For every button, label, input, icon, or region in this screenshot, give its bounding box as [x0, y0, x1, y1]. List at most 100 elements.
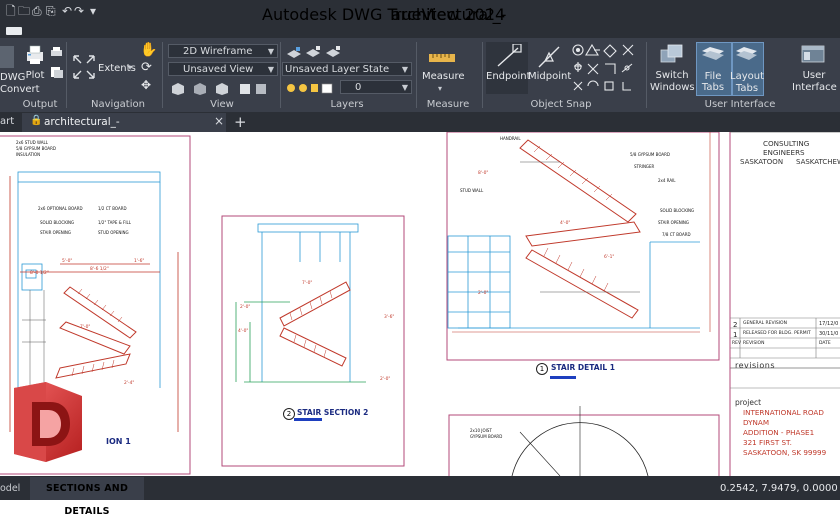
svg-text:8'-0 1/2": 8'-0 1/2": [30, 270, 49, 276]
svg-text:1/2" TAPE & FILL: 1/2" TAPE & FILL: [98, 220, 132, 225]
orbit-icon[interactable]: ⟳: [141, 60, 152, 75]
divider: [162, 42, 163, 108]
plot-button[interactable]: Plot: [22, 70, 48, 81]
svg-text:SOLID BLOCKING: SOLID BLOCKING: [40, 220, 74, 225]
svg-text:2x6 STUD WALL: 2x6 STUD WALL: [16, 140, 49, 145]
user-interface-button[interactable]: User Interface: [792, 70, 837, 94]
new-tab-button[interactable]: +: [234, 113, 247, 131]
user-interface-icon: [800, 44, 826, 66]
print-icon[interactable]: ⎙: [32, 4, 42, 18]
project-line: SASKATOON, SK 99999: [743, 448, 827, 457]
revision-row: 1 RELEASED FOR BLDG. PERMIT 30/11/0: [733, 331, 839, 339]
svg-text:GYPSUM BOARD: GYPSUM BOARD: [470, 434, 502, 439]
svg-text:6'-1": 6'-1": [604, 254, 614, 260]
section-1-title: ION 1: [106, 437, 131, 446]
firm-name: CONSULTING ENGINEERS: [763, 139, 810, 157]
dwg-trueview-logo-icon: [6, 378, 86, 464]
model-tab[interactable]: odel: [0, 483, 20, 494]
svg-text:2x4 RAIL: 2x4 RAIL: [658, 178, 676, 183]
detail-number-bubble: 1: [536, 363, 548, 375]
layers-panel-label: Layers: [330, 99, 364, 110]
redo-icon[interactable]: ↷: [74, 4, 84, 18]
svg-text:SOLID BLOCKING: SOLID BLOCKING: [660, 208, 694, 213]
svg-text:2'-0": 2'-0": [240, 304, 250, 310]
layer-state-value: Unsaved Layer State: [285, 64, 390, 75]
city-left: SASKATOON: [740, 158, 784, 166]
view-tools-row: [170, 80, 270, 95]
divider: [416, 42, 417, 108]
measure-button[interactable]: Measure: [422, 71, 465, 82]
revision-row: 2 GENERAL REVISION 17/12/0: [733, 321, 839, 329]
dwg-convert-button[interactable]: DWG Convert: [0, 72, 40, 96]
snap-grid[interactable]: [570, 42, 640, 96]
dwg-convert-icon: [0, 46, 14, 68]
pan-icon[interactable]: ✋: [140, 42, 157, 58]
endpoint-label: Endpoint: [486, 71, 531, 82]
chevron-down-icon: ▼: [267, 65, 274, 74]
visual-style-value: 2D Wireframe: [183, 46, 253, 57]
start-tab[interactable]: art: [0, 116, 14, 127]
project-line: INTERNATIONAL ROAD DYNAM: [743, 408, 824, 427]
svg-text:STUD WALL: STUD WALL: [460, 188, 484, 193]
extents-icon: [72, 54, 96, 80]
switch-windows-button[interactable]: Switch Windows: [650, 70, 695, 94]
measure-dropdown-icon[interactable]: ▾: [438, 84, 442, 93]
midpoint-button[interactable]: Midpoint: [528, 71, 571, 82]
revision-header-row: REV REVISION DATE: [732, 341, 831, 346]
drawing-linework: 2x6 STUD WALL5/8 GYPSUM BOARDINSULATION …: [0, 132, 840, 476]
visual-style-dropdown[interactable]: 2D Wireframe ▼: [168, 44, 278, 58]
project-address: INTERNATIONAL ROAD DYNAM ADDITION - PHAS…: [743, 408, 840, 458]
plot-icon: [24, 44, 46, 66]
svg-text:1'-6": 1'-6": [134, 258, 144, 264]
new-icon[interactable]: 🗋: [6, 4, 16, 18]
object-snap-panel-label: Object Snap: [530, 99, 592, 110]
stair-section-title: STAIR SECTION 2: [297, 408, 369, 417]
divider: [280, 42, 281, 108]
layout-tab-sections-and-details[interactable]: SECTIONS AND DETAILS: [30, 477, 144, 517]
batch-plot-icon[interactable]: [50, 45, 64, 59]
chevron-down-icon: ▼: [401, 83, 408, 92]
svg-text:7'-0": 7'-0": [80, 324, 90, 330]
project-line: 321 FIRST ST.: [743, 438, 792, 447]
endpoint-icon: [494, 43, 522, 70]
city-right: SASKATCHEW: [796, 158, 840, 166]
document-tab[interactable]: architectural_-_an...ng_and_multileaders: [22, 113, 226, 147]
divider: [66, 42, 67, 108]
publish-icon[interactable]: [50, 64, 64, 78]
svg-text:STAIR OPENING: STAIR OPENING: [40, 230, 71, 235]
svg-text:1/2 CT BOARD: 1/2 CT BOARD: [98, 206, 127, 211]
layout-tab-label: SECTIONS AND DETAILS: [45, 483, 129, 517]
divider: [646, 42, 647, 108]
showmotion-icon[interactable]: ✥: [141, 78, 151, 92]
print-preview-icon[interactable]: ⎘: [46, 4, 56, 18]
section-number-bubble: 2: [283, 408, 295, 420]
svg-text:HANDRAIL: HANDRAIL: [500, 136, 521, 141]
navigation-panel-label: Navigation: [91, 99, 145, 110]
project-line: ADDITION - PHASE1: [743, 428, 815, 437]
svg-text:4'-0": 4'-0": [560, 220, 570, 226]
layer-tools-row[interactable]: [286, 44, 346, 58]
svg-text:2'-4": 2'-4": [124, 380, 134, 386]
named-view-dropdown[interactable]: Unsaved View ▼: [168, 62, 278, 76]
layer-state-dropdown[interactable]: Unsaved Layer State ▼: [282, 62, 412, 76]
svg-text:3'-6": 3'-6": [384, 314, 394, 320]
svg-text:5'-0": 5'-0": [62, 258, 72, 264]
app-menu-button[interactable]: [6, 27, 22, 35]
output-panel-label: Output: [22, 99, 58, 110]
svg-text:2'-0": 2'-0": [380, 376, 390, 382]
current-layer-dropdown[interactable]: 0 ▼: [340, 80, 412, 94]
project-label: project: [735, 398, 762, 407]
file-tabs-icon: [700, 46, 726, 66]
close-icon[interactable]: ×: [214, 114, 224, 128]
undo-icon[interactable]: ↶: [62, 4, 72, 18]
svg-text:5/8 GYPSUM BOARD: 5/8 GYPSUM BOARD: [16, 146, 56, 151]
svg-text:INSULATION: INSULATION: [16, 152, 40, 157]
file-tabs-label: File Tabs: [701, 71, 725, 93]
svg-text:8'-0": 8'-0": [478, 170, 488, 176]
extents-dropdown-icon[interactable]: ▾: [128, 63, 132, 72]
divider: [482, 42, 483, 108]
view-panel-label: View: [210, 99, 234, 110]
qat-dropdown-icon[interactable]: ▾: [90, 4, 96, 18]
stair-detail-title: STAIR DETAIL 1: [551, 363, 616, 372]
open-icon[interactable]: 🗀: [18, 4, 30, 18]
